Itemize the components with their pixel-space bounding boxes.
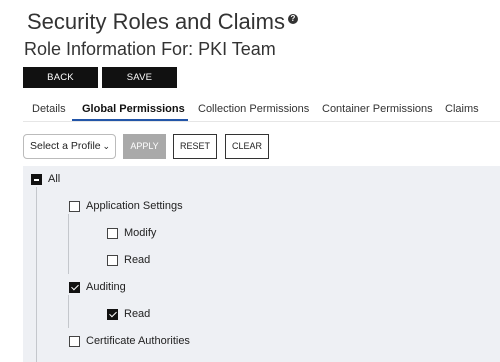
profile-select[interactable]: Select a Profile ⌄	[23, 134, 116, 159]
tree-node-label: Modify	[124, 227, 157, 239]
tree-node-label: All	[48, 173, 61, 185]
profile-select-value: Select a Profile	[30, 140, 101, 152]
tree-node-label: Application Settings	[86, 200, 183, 212]
tree-node-label: Auditing	[86, 281, 126, 293]
clear-button[interactable]: CLEAR	[225, 134, 269, 159]
tab-global-permissions[interactable]: Global Permissions	[82, 103, 185, 115]
active-tab-indicator	[72, 119, 188, 121]
permission-checkbox[interactable]	[69, 336, 80, 347]
permission-checkbox[interactable]	[107, 228, 118, 239]
tree-connector	[36, 187, 37, 362]
tab-collection-permissions[interactable]: Collection Permissions	[198, 103, 309, 115]
page-title: Security Roles and Claims?	[27, 9, 298, 35]
tree-node-label: Read	[124, 308, 151, 320]
tree-connector	[68, 295, 69, 328]
page-title-text: Security Roles and Claims	[27, 9, 285, 34]
chevron-down-icon: ⌄	[102, 141, 110, 151]
tree-node-label: Certificate Authorities	[86, 335, 190, 347]
tab-bar: Details Global Permissions Collection Pe…	[23, 98, 500, 122]
permission-checkbox[interactable]	[69, 282, 80, 293]
apply-button[interactable]: APPLY	[123, 134, 166, 159]
root-checkbox[interactable]	[31, 174, 42, 185]
role-subtitle: Role Information For: PKI Team	[24, 39, 276, 59]
reset-button[interactable]: RESET	[173, 134, 217, 159]
permissions-tree: All Application Settings Modify Read Aud…	[23, 166, 500, 362]
tree-node-label: Read	[124, 254, 151, 266]
save-button[interactable]: SAVE	[102, 67, 177, 88]
back-button[interactable]: BACK	[23, 67, 98, 88]
tree-connector	[68, 214, 69, 274]
tab-container-permissions[interactable]: Container Permissions	[322, 103, 433, 115]
permission-checkbox[interactable]	[107, 309, 118, 320]
tab-details[interactable]: Details	[32, 103, 66, 115]
permission-checkbox[interactable]	[107, 255, 118, 266]
help-icon[interactable]: ?	[287, 14, 298, 24]
tab-claims[interactable]: Claims	[445, 103, 479, 115]
permission-checkbox[interactable]	[69, 201, 80, 212]
